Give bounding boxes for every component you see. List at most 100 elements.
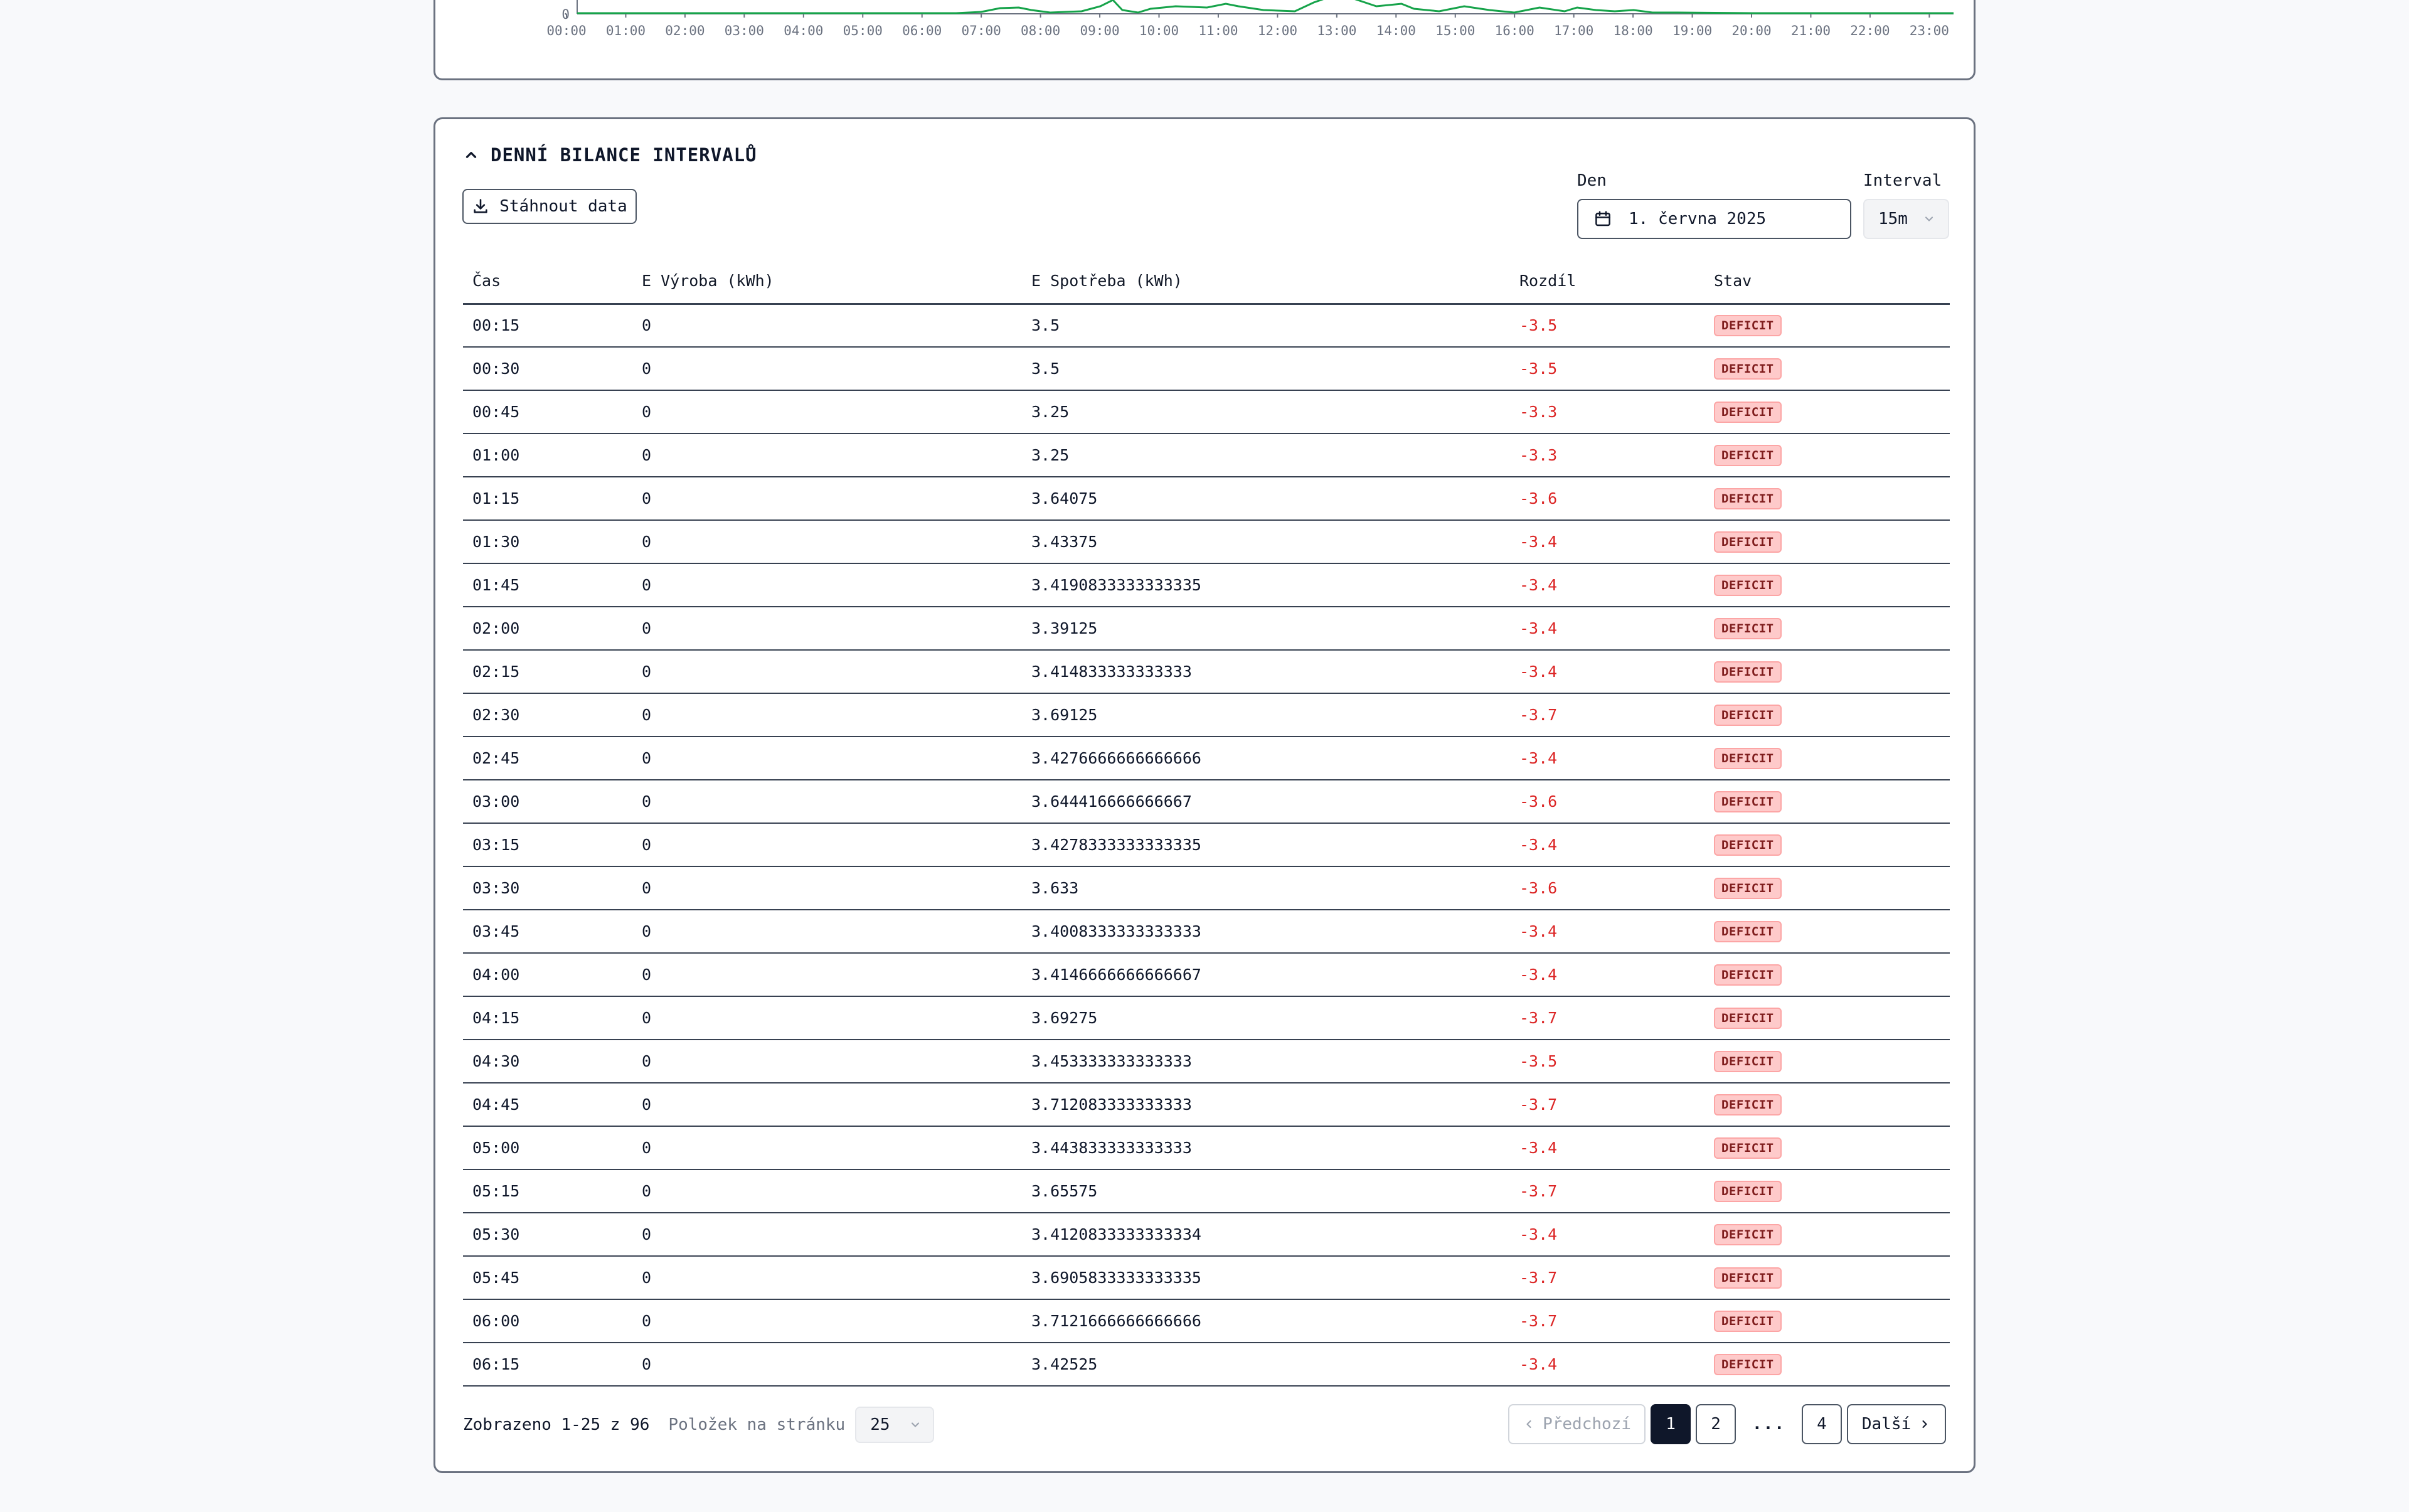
cell-status: DEFICIT — [1704, 563, 1950, 607]
col-header-difference[interactable]: Rozdíl — [1510, 258, 1704, 305]
x-tick-label: 08:00 — [1021, 23, 1060, 38]
cell-status: DEFICIT — [1704, 1299, 1950, 1343]
cell-consumption: 3.644416666666667 — [1022, 780, 1510, 824]
cell-production: 0 — [632, 650, 1022, 694]
cell-status: DEFICIT — [1704, 347, 1950, 391]
table-row: 04:30 0 3.453333333333333 -3.5 DEFICIT — [463, 1040, 1950, 1083]
cell-consumption: 3.4146666666666667 — [1022, 953, 1510, 997]
cell-difference: -3.7 — [1510, 1083, 1704, 1127]
cell-status: DEFICIT — [1704, 650, 1950, 694]
cell-status: DEFICIT — [1704, 434, 1950, 477]
x-tick-label: 22:00 — [1850, 23, 1890, 38]
cell-consumption: 3.712083333333333 — [1022, 1083, 1510, 1127]
per-page-label: Položek na stránku — [668, 1415, 846, 1434]
cell-production: 0 — [632, 1169, 1022, 1213]
table-row: 02:00 0 3.39125 -3.4 DEFICIT — [463, 607, 1950, 651]
section-header[interactable]: DENNÍ BILANCE INTERVALŮ — [463, 144, 757, 166]
pagination: Předchozí 1 2 ... 4 Další — [1508, 1404, 1946, 1444]
x-tick-label: 10:00 — [1139, 23, 1179, 38]
cell-status: DEFICIT — [1704, 304, 1950, 348]
cell-production: 0 — [632, 780, 1022, 824]
chevron-right-icon — [1922, 1420, 1927, 1429]
col-header-status[interactable]: Stav — [1704, 258, 1950, 305]
cell-difference: -3.4 — [1510, 910, 1704, 954]
day-label: Den — [1577, 171, 1607, 190]
cell-difference: -3.5 — [1510, 347, 1704, 391]
cell-consumption: 3.5 — [1022, 347, 1510, 391]
x-tick-label: 03:00 — [725, 23, 764, 38]
cell-time: 04:30 — [463, 1040, 632, 1083]
status-badge: DEFICIT — [1714, 1310, 1782, 1332]
cell-status: DEFICIT — [1704, 390, 1950, 434]
status-badge: DEFICIT — [1714, 574, 1782, 596]
cell-difference: -3.3 — [1510, 390, 1704, 434]
cell-time: 03:45 — [463, 910, 632, 954]
x-tick-label: 21:00 — [1791, 23, 1831, 38]
table-row: 00:15 0 3.5 -3.5 DEFICIT — [463, 304, 1950, 348]
chevron-up-icon[interactable] — [463, 147, 479, 163]
status-badge: DEFICIT — [1714, 747, 1782, 769]
page-button-last[interactable]: 4 — [1802, 1404, 1842, 1444]
cell-time: 03:00 — [463, 780, 632, 824]
cell-difference: -3.4 — [1510, 1213, 1704, 1257]
cell-consumption: 3.69125 — [1022, 693, 1510, 737]
status-badge: DEFICIT — [1714, 1267, 1782, 1289]
cell-consumption: 3.633 — [1022, 866, 1510, 910]
cell-production: 0 — [632, 607, 1022, 651]
per-page-select[interactable]: 25 — [855, 1407, 935, 1443]
cell-production: 0 — [632, 953, 1022, 997]
x-tick-label: 17:00 — [1554, 23, 1593, 38]
cell-difference: -3.4 — [1510, 953, 1704, 997]
day-picker[interactable]: 1. června 2025 — [1577, 199, 1851, 239]
x-tick-label: 09:00 — [1080, 23, 1119, 38]
cell-time: 05:30 — [463, 1213, 632, 1257]
cell-time: 00:45 — [463, 390, 632, 434]
pagination-ellipsis: ... — [1752, 1415, 1785, 1434]
page-button-1[interactable]: 1 — [1651, 1404, 1691, 1444]
page-button-2[interactable]: 2 — [1696, 1404, 1736, 1444]
col-header-time[interactable]: Čas — [463, 258, 632, 305]
prev-page-button[interactable]: Předchozí — [1508, 1404, 1646, 1444]
cell-consumption: 3.453333333333333 — [1022, 1040, 1510, 1083]
table-row: 01:30 0 3.43375 -3.4 DEFICIT — [463, 520, 1950, 564]
cell-consumption: 3.4120833333333334 — [1022, 1213, 1510, 1257]
status-badge: DEFICIT — [1714, 1007, 1782, 1029]
cell-consumption: 3.4008333333333333 — [1022, 910, 1510, 954]
status-badge: DEFICIT — [1714, 834, 1782, 856]
cell-consumption: 3.6905833333333335 — [1022, 1256, 1510, 1300]
interval-label: Interval — [1863, 171, 1942, 190]
interval-select[interactable]: 15m — [1863, 199, 1949, 239]
next-page-button[interactable]: Další — [1847, 1404, 1946, 1444]
col-header-production[interactable]: E Výroba (kWh) — [632, 258, 1022, 305]
status-badge: DEFICIT — [1714, 1353, 1782, 1375]
x-tick-label: 13:00 — [1317, 23, 1356, 38]
cell-time: 01:00 — [463, 434, 632, 477]
status-badge: DEFICIT — [1714, 1180, 1782, 1202]
cell-difference: -3.6 — [1510, 477, 1704, 521]
download-data-button[interactable]: Stáhnout data — [462, 189, 637, 224]
x-tick-label: 15:00 — [1435, 23, 1475, 38]
status-badge: DEFICIT — [1714, 704, 1782, 726]
x-tick-label: 11:00 — [1198, 23, 1238, 38]
cell-production: 0 — [632, 563, 1022, 607]
status-badge: DEFICIT — [1714, 661, 1782, 683]
cell-consumption: 3.69275 — [1022, 996, 1510, 1040]
cell-production: 0 — [632, 737, 1022, 780]
cell-difference: -3.6 — [1510, 780, 1704, 824]
x-tick-label: 02:00 — [665, 23, 705, 38]
cell-production: 0 — [632, 520, 1022, 564]
cell-consumption: 3.4276666666666666 — [1022, 737, 1510, 780]
cell-production: 0 — [632, 1213, 1022, 1257]
cell-difference: -3.4 — [1510, 650, 1704, 694]
cell-difference: -3.7 — [1510, 1256, 1704, 1300]
status-badge: DEFICIT — [1714, 1223, 1782, 1245]
cell-status: DEFICIT — [1704, 953, 1950, 997]
cell-production: 0 — [632, 996, 1022, 1040]
cell-difference: -3.4 — [1510, 1126, 1704, 1170]
cell-production: 0 — [632, 1299, 1022, 1343]
table-row: 01:00 0 3.25 -3.3 DEFICIT — [463, 434, 1950, 477]
production-chart: 000:00 01:00 02:00 03:00 04:00 05:00 06:00 07:0… — [546, 0, 1954, 38]
col-header-consumption[interactable]: E Spotřeba (kWh) — [1022, 258, 1510, 305]
table-header-row: Čas E Výroba (kWh) E Spotřeba (kWh) Rozd… — [463, 258, 1950, 305]
chevron-down-icon — [1925, 216, 1933, 221]
